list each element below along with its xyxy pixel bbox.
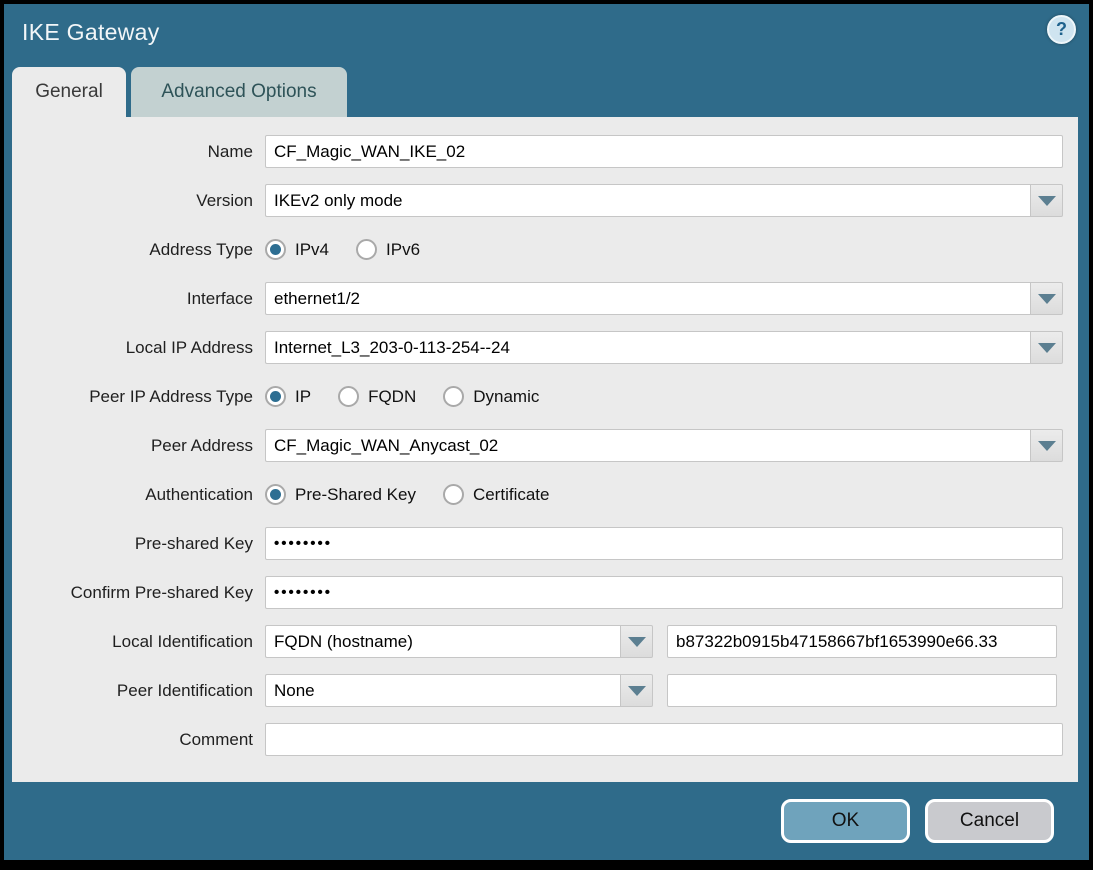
- form-row-peer-address: Peer Address CF_Magic_WAN_Anycast_02: [12, 429, 1078, 462]
- form-row-address-type: Address Type IPv4 IPv6: [12, 233, 1078, 266]
- form-row-local-identification: Local Identification FQDN (hostname) b87…: [12, 625, 1078, 658]
- comment-input[interactable]: [265, 723, 1063, 756]
- ok-button[interactable]: OK: [781, 799, 910, 843]
- peer-address-label: Peer Address: [12, 436, 265, 456]
- peer-identification-type-select[interactable]: None: [265, 674, 620, 707]
- radio-label: Dynamic: [473, 387, 539, 407]
- version-label: Version: [12, 191, 265, 211]
- radio-unselected-icon: [338, 386, 359, 407]
- peer-identification-value-input[interactable]: [667, 674, 1057, 707]
- address-type-radio-group: IPv4 IPv6: [265, 239, 420, 260]
- radio-selected-icon: [265, 239, 286, 260]
- radio-option-dynamic[interactable]: Dynamic: [443, 386, 539, 407]
- interface-select[interactable]: ethernet1/2: [265, 282, 1030, 315]
- general-tab-panel: Name CF_Magic_WAN_IKE_02 Version IKEv2 o…: [12, 117, 1078, 782]
- chevron-down-icon: [1038, 441, 1056, 451]
- form-row-confirm-pre-shared-key: Confirm Pre-shared Key ••••••••: [12, 576, 1078, 609]
- authentication-label: Authentication: [12, 485, 265, 505]
- form-row-authentication: Authentication Pre-Shared Key Certificat…: [12, 478, 1078, 511]
- help-icon[interactable]: ?: [1047, 15, 1076, 44]
- radio-option-ipv6[interactable]: IPv6: [356, 239, 420, 260]
- local-ip-address-label: Local IP Address: [12, 338, 265, 358]
- radio-selected-icon: [265, 386, 286, 407]
- radio-unselected-icon: [443, 484, 464, 505]
- chevron-down-icon: [1038, 343, 1056, 353]
- radio-selected-icon: [265, 484, 286, 505]
- local-ip-address-dropdown-button[interactable]: [1030, 331, 1063, 364]
- radio-option-ip[interactable]: IP: [265, 386, 311, 407]
- interface-dropdown-button[interactable]: [1030, 282, 1063, 315]
- radio-unselected-icon: [356, 239, 377, 260]
- chevron-down-icon: [1038, 196, 1056, 206]
- radio-label: IP: [295, 387, 311, 407]
- radio-label: Pre-Shared Key: [295, 485, 416, 505]
- form-row-comment: Comment: [12, 723, 1078, 756]
- pre-shared-key-label: Pre-shared Key: [12, 534, 265, 554]
- peer-ip-address-type-label: Peer IP Address Type: [12, 387, 265, 407]
- radio-label: Certificate: [473, 485, 550, 505]
- form-row-name: Name CF_Magic_WAN_IKE_02: [12, 135, 1078, 168]
- form-row-version: Version IKEv2 only mode: [12, 184, 1078, 217]
- pre-shared-key-input[interactable]: ••••••••: [265, 527, 1063, 560]
- peer-ip-address-type-radio-group: IP FQDN Dynamic: [265, 386, 539, 407]
- tab-bar: General Advanced Options: [12, 67, 347, 117]
- peer-identification-dropdown-button[interactable]: [620, 674, 653, 707]
- radio-option-fqdn[interactable]: FQDN: [338, 386, 416, 407]
- radio-unselected-icon: [443, 386, 464, 407]
- local-identification-type-select[interactable]: FQDN (hostname): [265, 625, 620, 658]
- ike-gateway-dialog: IKE Gateway ? General Advanced Options N…: [4, 4, 1089, 860]
- tab-advanced-options[interactable]: Advanced Options: [131, 67, 347, 117]
- chevron-down-icon: [628, 637, 646, 647]
- address-type-label: Address Type: [12, 240, 265, 260]
- peer-address-dropdown-button[interactable]: [1030, 429, 1063, 462]
- form-row-peer-ip-address-type: Peer IP Address Type IP FQDN Dynamic: [12, 380, 1078, 413]
- dialog-title: IKE Gateway: [22, 19, 160, 46]
- radio-option-pre-shared-key[interactable]: Pre-Shared Key: [265, 484, 416, 505]
- chevron-down-icon: [1038, 294, 1056, 304]
- local-identification-label: Local Identification: [12, 632, 265, 652]
- version-select[interactable]: IKEv2 only mode: [265, 184, 1030, 217]
- form-row-pre-shared-key: Pre-shared Key ••••••••: [12, 527, 1078, 560]
- name-input[interactable]: CF_Magic_WAN_IKE_02: [265, 135, 1063, 168]
- radio-option-ipv4[interactable]: IPv4: [265, 239, 329, 260]
- version-dropdown-button[interactable]: [1030, 184, 1063, 217]
- local-identification-dropdown-button[interactable]: [620, 625, 653, 658]
- form-row-local-ip-address: Local IP Address Internet_L3_203-0-113-2…: [12, 331, 1078, 364]
- local-identification-value-input[interactable]: b87322b0915b47158667bf1653990e66.33: [667, 625, 1057, 658]
- radio-option-certificate[interactable]: Certificate: [443, 484, 550, 505]
- comment-label: Comment: [12, 730, 265, 750]
- radio-label: IPv4: [295, 240, 329, 260]
- peer-address-select[interactable]: CF_Magic_WAN_Anycast_02: [265, 429, 1030, 462]
- radio-label: IPv6: [386, 240, 420, 260]
- name-label: Name: [12, 142, 265, 162]
- chevron-down-icon: [628, 686, 646, 696]
- authentication-radio-group: Pre-Shared Key Certificate: [265, 484, 549, 505]
- form-row-peer-identification: Peer Identification None: [12, 674, 1078, 707]
- confirm-pre-shared-key-label: Confirm Pre-shared Key: [12, 583, 265, 603]
- peer-identification-label: Peer Identification: [12, 681, 265, 701]
- tab-general[interactable]: General: [12, 67, 126, 117]
- interface-label: Interface: [12, 289, 265, 309]
- local-ip-address-select[interactable]: Internet_L3_203-0-113-254--24: [265, 331, 1030, 364]
- confirm-pre-shared-key-input[interactable]: ••••••••: [265, 576, 1063, 609]
- form-row-interface: Interface ethernet1/2: [12, 282, 1078, 315]
- radio-label: FQDN: [368, 387, 416, 407]
- cancel-button[interactable]: Cancel: [925, 799, 1054, 843]
